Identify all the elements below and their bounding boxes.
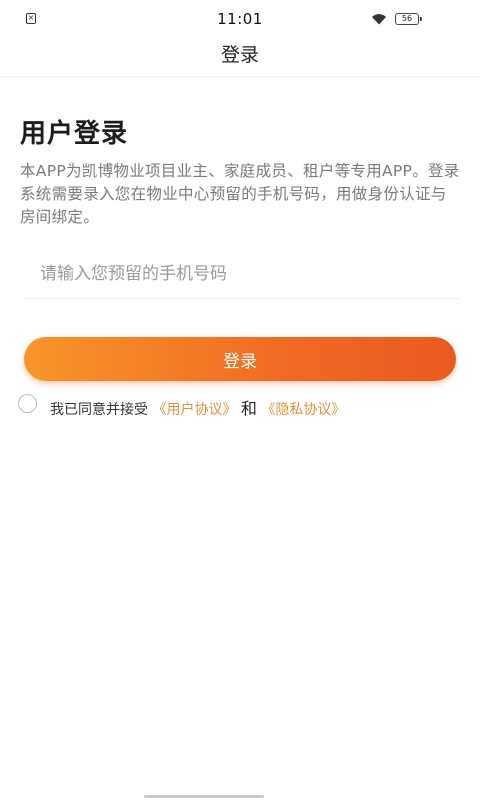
agreement-checkbox[interactable] <box>18 394 37 413</box>
agreement-text: 我已同意并接受 《用户协议》 和 《隐私协议》 <box>50 395 345 419</box>
privacy-policy-link[interactable]: 《隐私协议》 <box>261 402 345 418</box>
login-heading: 用户登录 <box>20 119 129 149</box>
nav-bar: 登录 <box>0 36 480 77</box>
login-button[interactable]: 登录 <box>24 337 456 381</box>
login-description: 本APP为凯博物业项目业主、家庭成员、租户等专用APP。登录系统需要录入您在物业… <box>20 162 460 226</box>
user-agreement-link[interactable]: 《用户协议》 <box>152 402 236 418</box>
wifi-icon <box>372 14 386 25</box>
agreement-prefix: 我已同意并接受 <box>50 402 148 418</box>
home-indicator[interactable] <box>144 795 264 798</box>
page-title: 登录 <box>220 44 259 66</box>
battery-icon: 56 <box>395 13 422 25</box>
agreement-row: 我已同意并接受 《用户协议》 和 《隐私协议》 <box>18 392 468 419</box>
status-bar: × 11:01 56 <box>0 0 480 36</box>
battery-label: 56 <box>401 14 413 23</box>
agreement-and: 和 <box>240 399 257 418</box>
phone-number-input[interactable] <box>24 249 460 299</box>
